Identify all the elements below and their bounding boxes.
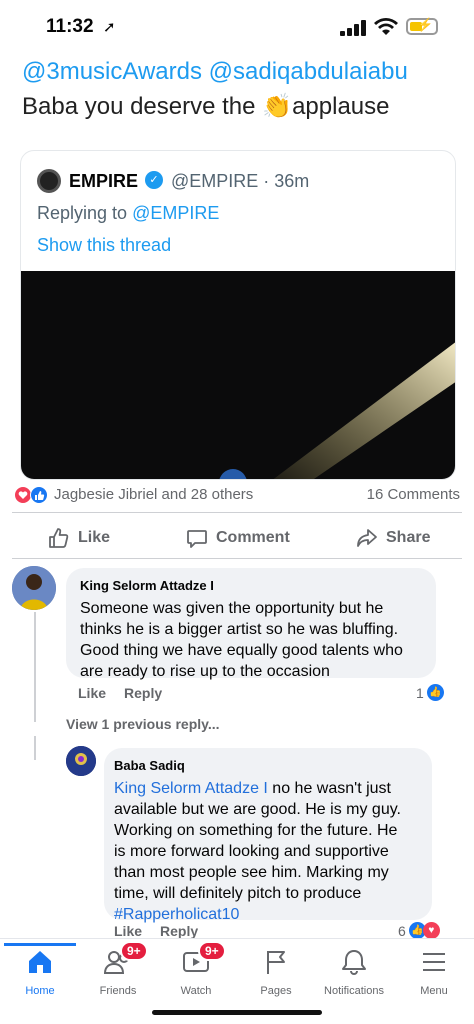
comment-text: King Selorm Attadze I no he wasn't just … — [114, 778, 401, 925]
avatar[interactable] — [12, 566, 56, 610]
clapping-hands-icon: 👏 — [262, 93, 293, 120]
clock-time: 11:32 — [46, 16, 94, 37]
nav-label: Friends — [99, 985, 137, 997]
nav-watch[interactable]: 9+ Watch — [156, 941, 236, 997]
comment-line: Working on something for the future. He — [114, 822, 398, 839]
nav-home[interactable]: Home — [0, 943, 80, 997]
nav-label: Watch — [180, 985, 212, 997]
replying-handle: @EMPIRE — [132, 203, 220, 223]
comment-button[interactable]: Comment — [186, 526, 290, 550]
divider — [12, 512, 462, 513]
location-arrow-icon: ➚ — [103, 19, 116, 36]
notification-badge: 9+ — [198, 941, 226, 961]
like-count-number: 1 — [416, 684, 424, 701]
empire-logo — [37, 169, 61, 193]
nav-pages[interactable]: Pages — [236, 945, 316, 997]
commenter-photo — [12, 566, 56, 610]
post-actions: Like Comment Share — [0, 520, 474, 556]
thumbs-up-icon — [49, 528, 69, 548]
quoted-tweet-card: EMPIRE ✓ @EMPIRE · 36m Replying to @EMPI… — [20, 150, 456, 480]
video-thumbnail — [21, 271, 455, 479]
replying-prefix: Replying to — [37, 203, 133, 223]
commenter-photo — [66, 746, 96, 776]
nav-label: Notifications — [324, 985, 384, 997]
nav-label: Pages — [260, 985, 292, 997]
tweet-text-after: applause — [292, 93, 390, 120]
comment-line: are ready to rise up to the occasion — [80, 663, 330, 680]
notification-badge: 9+ — [120, 941, 148, 961]
like-button[interactable]: Like — [48, 526, 110, 550]
comments-count[interactable]: 16 Comments — [367, 486, 460, 503]
quote-author-name: EMPIRE — [69, 171, 139, 191]
comment-line: is more forward looking and supportive — [114, 843, 389, 860]
comment-bubble: King Selorm Attadze I Someone was given … — [66, 568, 436, 680]
view-previous-replies[interactable]: View 1 previous reply... — [66, 716, 220, 732]
video-light-beam — [219, 342, 455, 479]
tweet-mentions: @3musicAwards @sadiqabdulaiabu — [22, 58, 408, 85]
tweet-text: Baba you deserve the 👏applause — [22, 92, 389, 121]
reactions-summary[interactable]: Jagbesie Jibriel and 28 others 16 Commen… — [0, 480, 474, 510]
comment-like-button[interactable]: Like — [114, 923, 142, 939]
like-label: Like — [78, 529, 111, 546]
love-like-reaction-icon — [14, 486, 48, 504]
comment-author[interactable]: King Selorm Attadze I — [80, 578, 214, 593]
reactions-text: Jagbesie Jibriel and 28 others — [54, 486, 254, 503]
comment-text: Someone was given the opportunity but he… — [80, 598, 403, 682]
comment-like-count[interactable]: 6 👍 ♥ — [398, 922, 440, 939]
home-indicator[interactable] — [152, 1010, 322, 1015]
thread-line — [34, 612, 36, 722]
bell-icon — [342, 950, 366, 975]
comment-line: King Selorm Attadze I no he wasn't just — [114, 778, 401, 799]
menu-icon — [423, 953, 445, 971]
comment-line: Good thing we have equally good talents … — [80, 642, 403, 659]
comment-line-rest: no he wasn't just — [267, 780, 391, 797]
reply-bubble: Baba Sadiq King Selorm Attadze I no he w… — [104, 748, 432, 923]
comment-line: thinks he is a bigger artist so he was b… — [80, 621, 399, 638]
show-thread-link: Show this thread — [37, 235, 172, 255]
wifi-icon — [374, 18, 398, 35]
nav-label: Home — [25, 985, 55, 997]
comment-line: Someone was given the opportunity but he — [80, 600, 384, 617]
home-icon — [29, 951, 51, 973]
comment-like-count[interactable]: 1 👍 — [416, 684, 444, 701]
status-bar: 11:32 ➚ ⚡ — [0, 0, 474, 52]
hashtag-link[interactable]: #Rapperholicat10 — [114, 904, 401, 925]
comment-label: Comment — [216, 529, 290, 546]
quote-author-handle: @EMPIRE · 36m — [171, 171, 310, 191]
battery-charging-icon: ⚡ — [406, 17, 438, 35]
nav-notifications[interactable]: Notifications — [314, 945, 394, 997]
verified-badge-icon: ✓ — [145, 171, 163, 189]
comment-reply-button[interactable]: Reply — [124, 685, 162, 701]
flag-icon — [267, 951, 285, 974]
nav-friends[interactable]: 9+ Friends — [78, 941, 158, 997]
nav-label: Menu — [420, 985, 448, 997]
comment-bubble-icon — [187, 530, 207, 548]
like-reaction-icon: 👍 — [426, 684, 444, 701]
comment-line: time, will definitely pitch to produce — [114, 885, 362, 902]
comment-line: than most people see him. Marking my — [114, 864, 389, 881]
tweet-text-before: Baba you deserve the — [22, 93, 263, 120]
comment-like-button[interactable]: Like — [78, 685, 106, 701]
cellular-signal-icon — [340, 20, 366, 36]
share-label: Share — [386, 529, 431, 546]
avatar[interactable] — [66, 746, 96, 776]
love-reaction-icon: ♥ — [422, 922, 440, 939]
share-arrow-icon — [357, 529, 377, 547]
divider — [12, 558, 462, 559]
replying-to: Replying to @EMPIRE — [37, 203, 219, 224]
nav-menu[interactable]: Menu — [394, 945, 474, 997]
share-button[interactable]: Share — [356, 526, 430, 550]
like-count-number: 6 — [398, 922, 406, 939]
comment-author[interactable]: Baba Sadiq — [114, 758, 185, 773]
comment-line: available but we are good. He is my guy. — [114, 801, 401, 818]
comment-reply-button[interactable]: Reply — [160, 923, 198, 939]
mention-link[interactable]: King Selorm Attadze I — [114, 780, 268, 797]
thread-line — [34, 736, 36, 760]
